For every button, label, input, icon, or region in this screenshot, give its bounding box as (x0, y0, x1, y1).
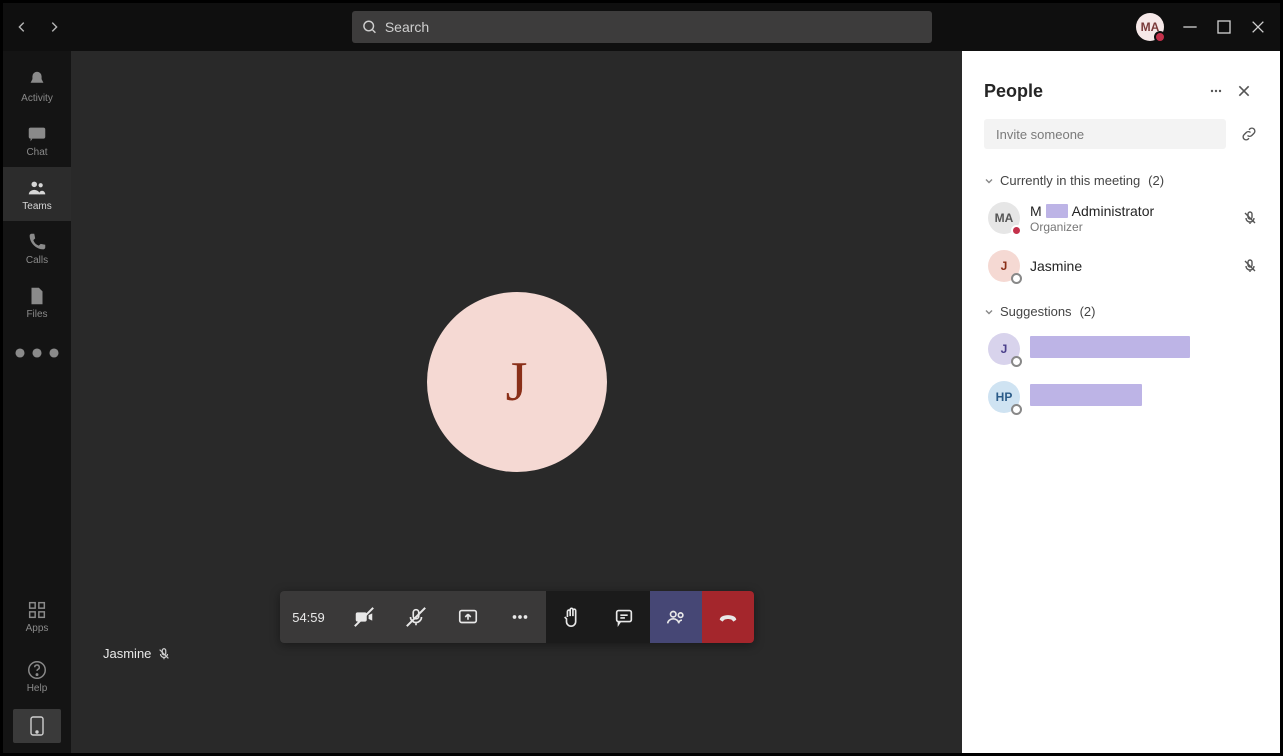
rail-chat[interactable]: Chat (3, 113, 71, 167)
muted-icon (1242, 210, 1258, 226)
muted-icon (157, 647, 171, 661)
participant-name: MAdministrator (1030, 203, 1232, 219)
avatar-initials: HP (996, 390, 1013, 404)
suggestion-row[interactable]: HP (984, 373, 1258, 421)
meeting-controls: 54:59 (280, 591, 754, 643)
mic-off-icon (405, 606, 427, 628)
participant-name: Jasmine (103, 646, 151, 661)
ellipsis-icon (509, 606, 531, 628)
participant-name-badge: Jasmine (103, 646, 171, 661)
people-icon (665, 606, 687, 628)
panel-more-button[interactable] (1202, 77, 1230, 105)
section-suggestions-header[interactable]: Suggestions (2) (984, 298, 1258, 325)
people-panel: People Currently in this meeting (2) (962, 51, 1280, 753)
section-current-label: Currently in this meeting (1000, 173, 1140, 188)
chevron-down-icon (984, 176, 994, 186)
rail-chat-label: Chat (26, 147, 47, 158)
chat-button[interactable] (598, 591, 650, 643)
hangup-button[interactable] (702, 591, 754, 643)
presence-offline-icon (1011, 356, 1022, 367)
raise-hand-icon (561, 606, 583, 628)
camera-off-icon (353, 606, 375, 628)
rail-teams[interactable]: Teams (3, 167, 71, 221)
rail-files-label: Files (26, 309, 47, 320)
panel-title: People (984, 81, 1202, 102)
share-screen-icon (457, 606, 479, 628)
call-timer: 54:59 (280, 591, 338, 643)
section-suggestions-count: (2) (1080, 304, 1096, 319)
current-user-avatar[interactable]: MA (1136, 13, 1164, 41)
people-button[interactable] (650, 591, 702, 643)
search-box[interactable] (352, 11, 932, 43)
section-current-header[interactable]: Currently in this meeting (2) (984, 167, 1258, 194)
copy-link-button[interactable] (1240, 125, 1258, 143)
rail-calls-label: Calls (26, 255, 48, 266)
invite-input[interactable] (984, 119, 1226, 149)
presence-offline-icon (1011, 404, 1022, 415)
section-suggestions-label: Suggestions (1000, 304, 1072, 319)
nav-forward-button[interactable] (47, 20, 61, 34)
participant-name: Jasmine (1030, 258, 1232, 274)
rail-more-button[interactable] (3, 329, 71, 377)
meeting-stage: J Jasmine 54:59 (71, 51, 962, 753)
app-rail: Activity Chat Teams Calls Files (3, 51, 71, 753)
muted-icon (1242, 258, 1258, 274)
share-button[interactable] (442, 591, 494, 643)
title-bar: MA (3, 3, 1280, 51)
rail-help[interactable]: Help (3, 649, 71, 703)
chat-icon (613, 606, 635, 628)
presence-indicator (1154, 31, 1166, 43)
participant-row[interactable]: J Jasmine (984, 242, 1258, 290)
rail-calls[interactable]: Calls (3, 221, 71, 275)
main-participant-avatar: J (427, 292, 607, 472)
nav-back-button[interactable] (15, 20, 29, 34)
rail-activity-label: Activity (21, 93, 53, 104)
more-actions-button[interactable] (494, 591, 546, 643)
presence-busy-icon (1011, 225, 1022, 236)
participant-row-organizer[interactable]: MA MAdministrator Organizer (984, 194, 1258, 242)
suggestion-row[interactable]: J (984, 325, 1258, 373)
rail-apps-label: Apps (26, 623, 49, 634)
avatar-initials: J (1001, 342, 1008, 356)
search-input[interactable] (385, 19, 922, 35)
rail-apps[interactable]: Apps (3, 589, 71, 643)
main-participant-initial: J (506, 350, 528, 414)
rail-activity[interactable]: Activity (3, 59, 71, 113)
window-maximize-button[interactable] (1216, 19, 1232, 35)
participant-role: Organizer (1030, 220, 1232, 234)
presence-offline-icon (1011, 273, 1022, 284)
rail-teams-label: Teams (22, 201, 51, 212)
search-icon (362, 19, 377, 35)
window-minimize-button[interactable] (1182, 19, 1198, 35)
raise-hand-button[interactable] (546, 591, 598, 643)
mic-toggle-button[interactable] (390, 591, 442, 643)
window-close-button[interactable] (1250, 19, 1266, 35)
rail-mobile-button[interactable] (13, 709, 61, 743)
avatar-initials: MA (995, 211, 1014, 225)
rail-help-label: Help (27, 683, 48, 694)
section-current-count: (2) (1148, 173, 1164, 188)
panel-close-button[interactable] (1230, 77, 1258, 105)
hangup-icon (717, 606, 739, 628)
camera-toggle-button[interactable] (338, 591, 390, 643)
avatar-initials: J (1001, 259, 1008, 273)
chevron-down-icon (984, 307, 994, 317)
